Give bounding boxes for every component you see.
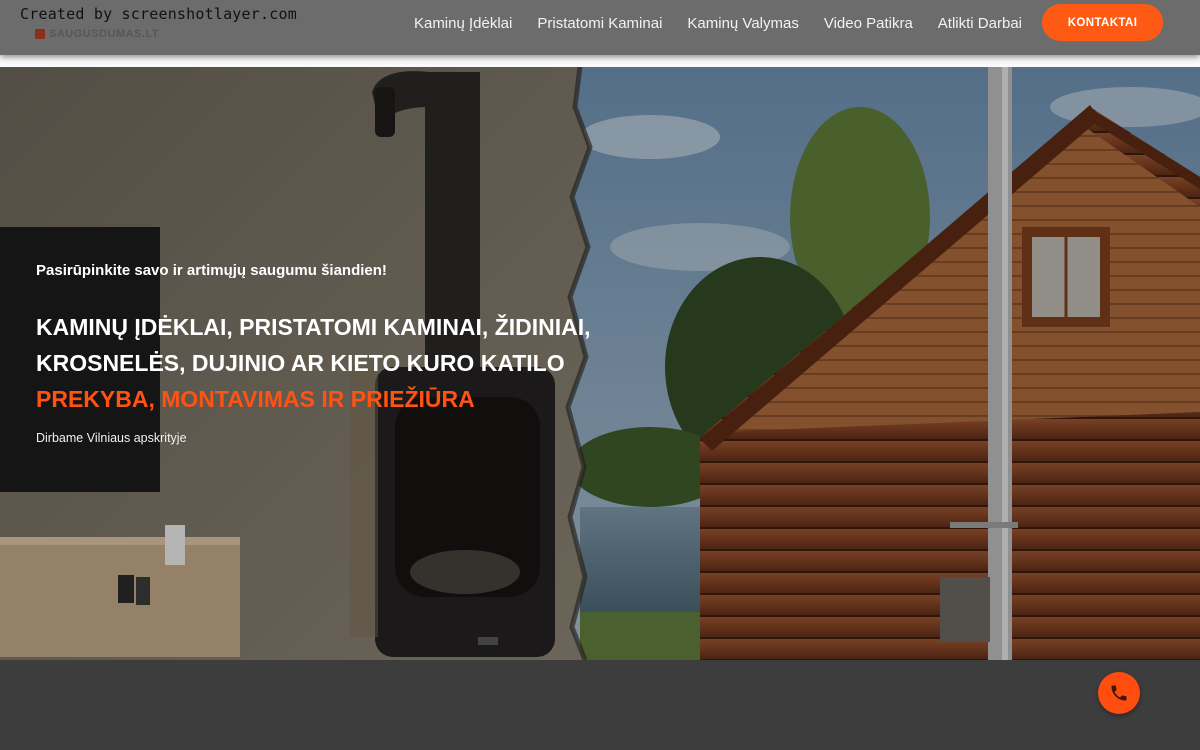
nav-item-pristatomi-kaminai[interactable]: Pristatomi Kaminai [537,15,662,32]
hero-headline: KAMINŲ ĮDĖKLAI, PRISTATOMI KAMINAI, ŽIDI… [36,309,591,417]
contact-button[interactable]: KONTAKTAI [1042,4,1163,41]
site-header: Created by screenshotlayer.com SAUGUSDUM… [0,0,1200,55]
phone-icon [1111,685,1127,701]
logo-icon [35,29,45,39]
hero-tagline: Pasirūpinkite savo ir artimųjų saugumu š… [36,262,387,279]
nav-item-kaminu-valymas[interactable]: Kaminų Valymas [687,15,798,32]
nav-item-atlikti-darbai[interactable]: Atlikti Darbai [938,15,1022,32]
site-logo[interactable]: SAUGUSDUMAS.LT [35,28,159,40]
watermark: Created by screenshotlayer.com [20,5,297,23]
nav-item-kaminu-ideklai[interactable]: Kaminų Įdėklai [414,15,512,32]
logo-text: SAUGUSDUMAS.LT [49,28,160,40]
nav-item-video-patikra[interactable]: Video Patikra [824,15,913,32]
headline-accent: PREKYBA, MONTAVIMAS IR PRIEŽIŪRA [36,386,475,412]
hero-banner: Pasirūpinkite savo ir artimųjų saugumu š… [0,67,1200,660]
page-footer-area [0,660,1200,750]
headline-line-2: KROSNELĖS, DUJINIO AR KIETO KURO KATILO [36,350,565,376]
service-region: Dirbame Vilniaus apskrityje [36,431,187,445]
call-button[interactable] [1098,672,1140,714]
main-nav: Kaminų Įdėklai Pristatomi Kaminai Kaminų… [414,0,1022,46]
header-divider [0,55,1200,67]
headline-line-1: KAMINŲ ĮDĖKLAI, PRISTATOMI KAMINAI, ŽIDI… [36,314,591,340]
